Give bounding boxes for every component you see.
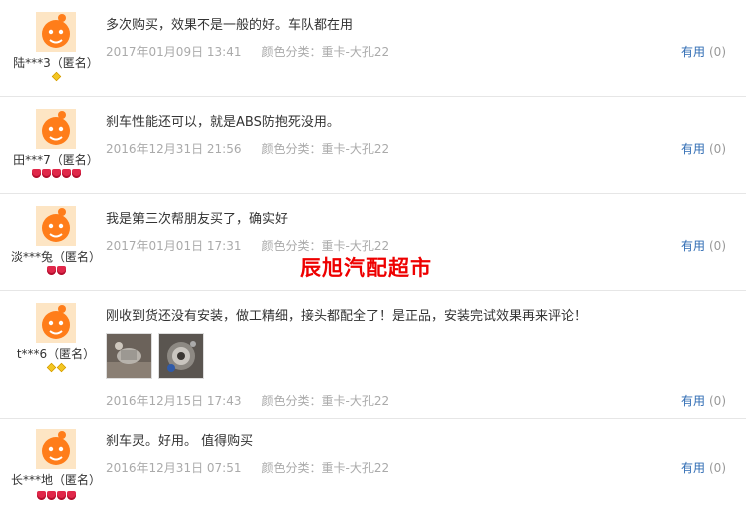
review-text: 刹车灵。好用。 值得购买 (106, 434, 254, 449)
heart-icon (61, 169, 71, 178)
useful-count: (0) (709, 142, 726, 156)
review-meta: 2016年12月15日 17:43 颜色分类：重卡-大孔22 (106, 392, 389, 409)
useful-button[interactable]: 有用 (0) (681, 392, 726, 409)
buyer-level-badges (0, 169, 112, 181)
diamond-icon (46, 362, 56, 373)
useful-label[interactable]: 有用 (681, 394, 705, 408)
review-text: 多次购买，效果不是一般的好。车队都在用 (106, 18, 354, 33)
review-time: 2016年12月15日 17:43 (106, 394, 242, 408)
review-text: 刹车性能还可以，就是ABS防抱死没用。 (106, 115, 340, 130)
heart-icon (31, 169, 41, 178)
heart-icon (41, 169, 51, 178)
diamond-icon (51, 71, 61, 82)
review-time: 2016年12月31日 21:56 (106, 142, 242, 156)
heart-icon (51, 169, 61, 178)
useful-count: (0) (709, 45, 726, 59)
heart-icon (71, 169, 81, 178)
avatar[interactable] (36, 109, 76, 149)
reviewer-name[interactable]: t***6（匿名） (0, 345, 112, 362)
reviewer-name[interactable]: 陆***3（匿名） (0, 54, 112, 71)
buyer-level-badges (0, 266, 112, 278)
shop-watermark: 辰旭汽配超市 (300, 255, 432, 280)
sku-info: 颜色分类：重卡-大孔22 (261, 394, 390, 408)
heart-icon (56, 491, 66, 500)
reviewer: 淡***兔（匿名） (0, 194, 112, 290)
review-photo-thumbnail[interactable] (106, 333, 152, 379)
useful-label[interactable]: 有用 (681, 239, 705, 253)
heart-icon (36, 491, 46, 500)
useful-label[interactable]: 有用 (681, 142, 705, 156)
useful-button[interactable]: 有用 (0) (681, 237, 726, 254)
buyer-level-badges (0, 362, 112, 375)
useful-label[interactable]: 有用 (681, 45, 705, 59)
review-item: 田***7（匿名） 刹车性能还可以，就是ABS防抱死没用。 2016年12月31… (0, 97, 746, 194)
diamond-icon (56, 362, 66, 373)
useful-button[interactable]: 有用 (0) (681, 140, 726, 157)
review-text: 我是第三次帮朋友买了，确实好 (106, 212, 289, 227)
review-time: 2016年12月31日 07:51 (106, 461, 242, 475)
review-time: 2017年01月09日 13:41 (106, 45, 242, 59)
review-time: 2017年01月01日 17:31 (106, 239, 242, 253)
review-item: 陆***3（匿名） 多次购买，效果不是一般的好。车队都在用 2017年01月09… (0, 0, 746, 97)
reviewer: t***6（匿名） (0, 291, 112, 418)
sku-info: 颜色分类：重卡-大孔22 (261, 461, 390, 475)
useful-count: (0) (709, 461, 726, 475)
sku-info: 颜色分类：重卡-大孔22 (261, 142, 390, 156)
review-text: 刚收到货还没有安装，做工精细，接头都配全了！是正品，安装完试效果再来评论！ (106, 309, 588, 324)
reviewer: 长***地（匿名） (0, 419, 112, 507)
review-photos (106, 333, 210, 383)
useful-button[interactable]: 有用 (0) (681, 459, 726, 476)
avatar[interactable] (36, 303, 76, 343)
review-meta: 2017年01月09日 13:41 颜色分类：重卡-大孔22 (106, 43, 389, 60)
reviewer: 田***7（匿名） (0, 97, 112, 193)
sku-info: 颜色分类：重卡-大孔22 (261, 239, 390, 253)
buyer-level-badges (0, 491, 112, 503)
reviewer: 陆***3（匿名） (0, 0, 112, 96)
useful-label[interactable]: 有用 (681, 461, 705, 475)
useful-count: (0) (709, 394, 726, 408)
sku-info: 颜色分类：重卡-大孔22 (261, 45, 390, 59)
reviewer-name[interactable]: 田***7（匿名） (0, 151, 112, 168)
review-item: t***6（匿名） 刚收到货还没有安装，做工精细，接头都配全了！是正品，安装完试… (0, 291, 746, 419)
review-meta: 2016年12月31日 21:56 颜色分类：重卡-大孔22 (106, 140, 389, 157)
reviewer-name[interactable]: 长***地（匿名） (0, 471, 112, 488)
heart-icon (56, 266, 66, 275)
review-photo-thumbnail[interactable] (158, 333, 204, 379)
reviewer-name[interactable]: 淡***兔（匿名） (0, 248, 112, 265)
review-item: 长***地（匿名） 刹车灵。好用。 值得购买 2016年12月31日 07:51… (0, 419, 746, 507)
buyer-level-badges (0, 71, 112, 84)
useful-button[interactable]: 有用 (0) (681, 43, 726, 60)
heart-icon (46, 266, 56, 275)
useful-count: (0) (709, 239, 726, 253)
heart-icon (66, 491, 76, 500)
review-meta: 2016年12月31日 07:51 颜色分类：重卡-大孔22 (106, 459, 389, 476)
avatar[interactable] (36, 12, 76, 52)
avatar[interactable] (36, 429, 76, 469)
avatar[interactable] (36, 206, 76, 246)
heart-icon (46, 491, 56, 500)
